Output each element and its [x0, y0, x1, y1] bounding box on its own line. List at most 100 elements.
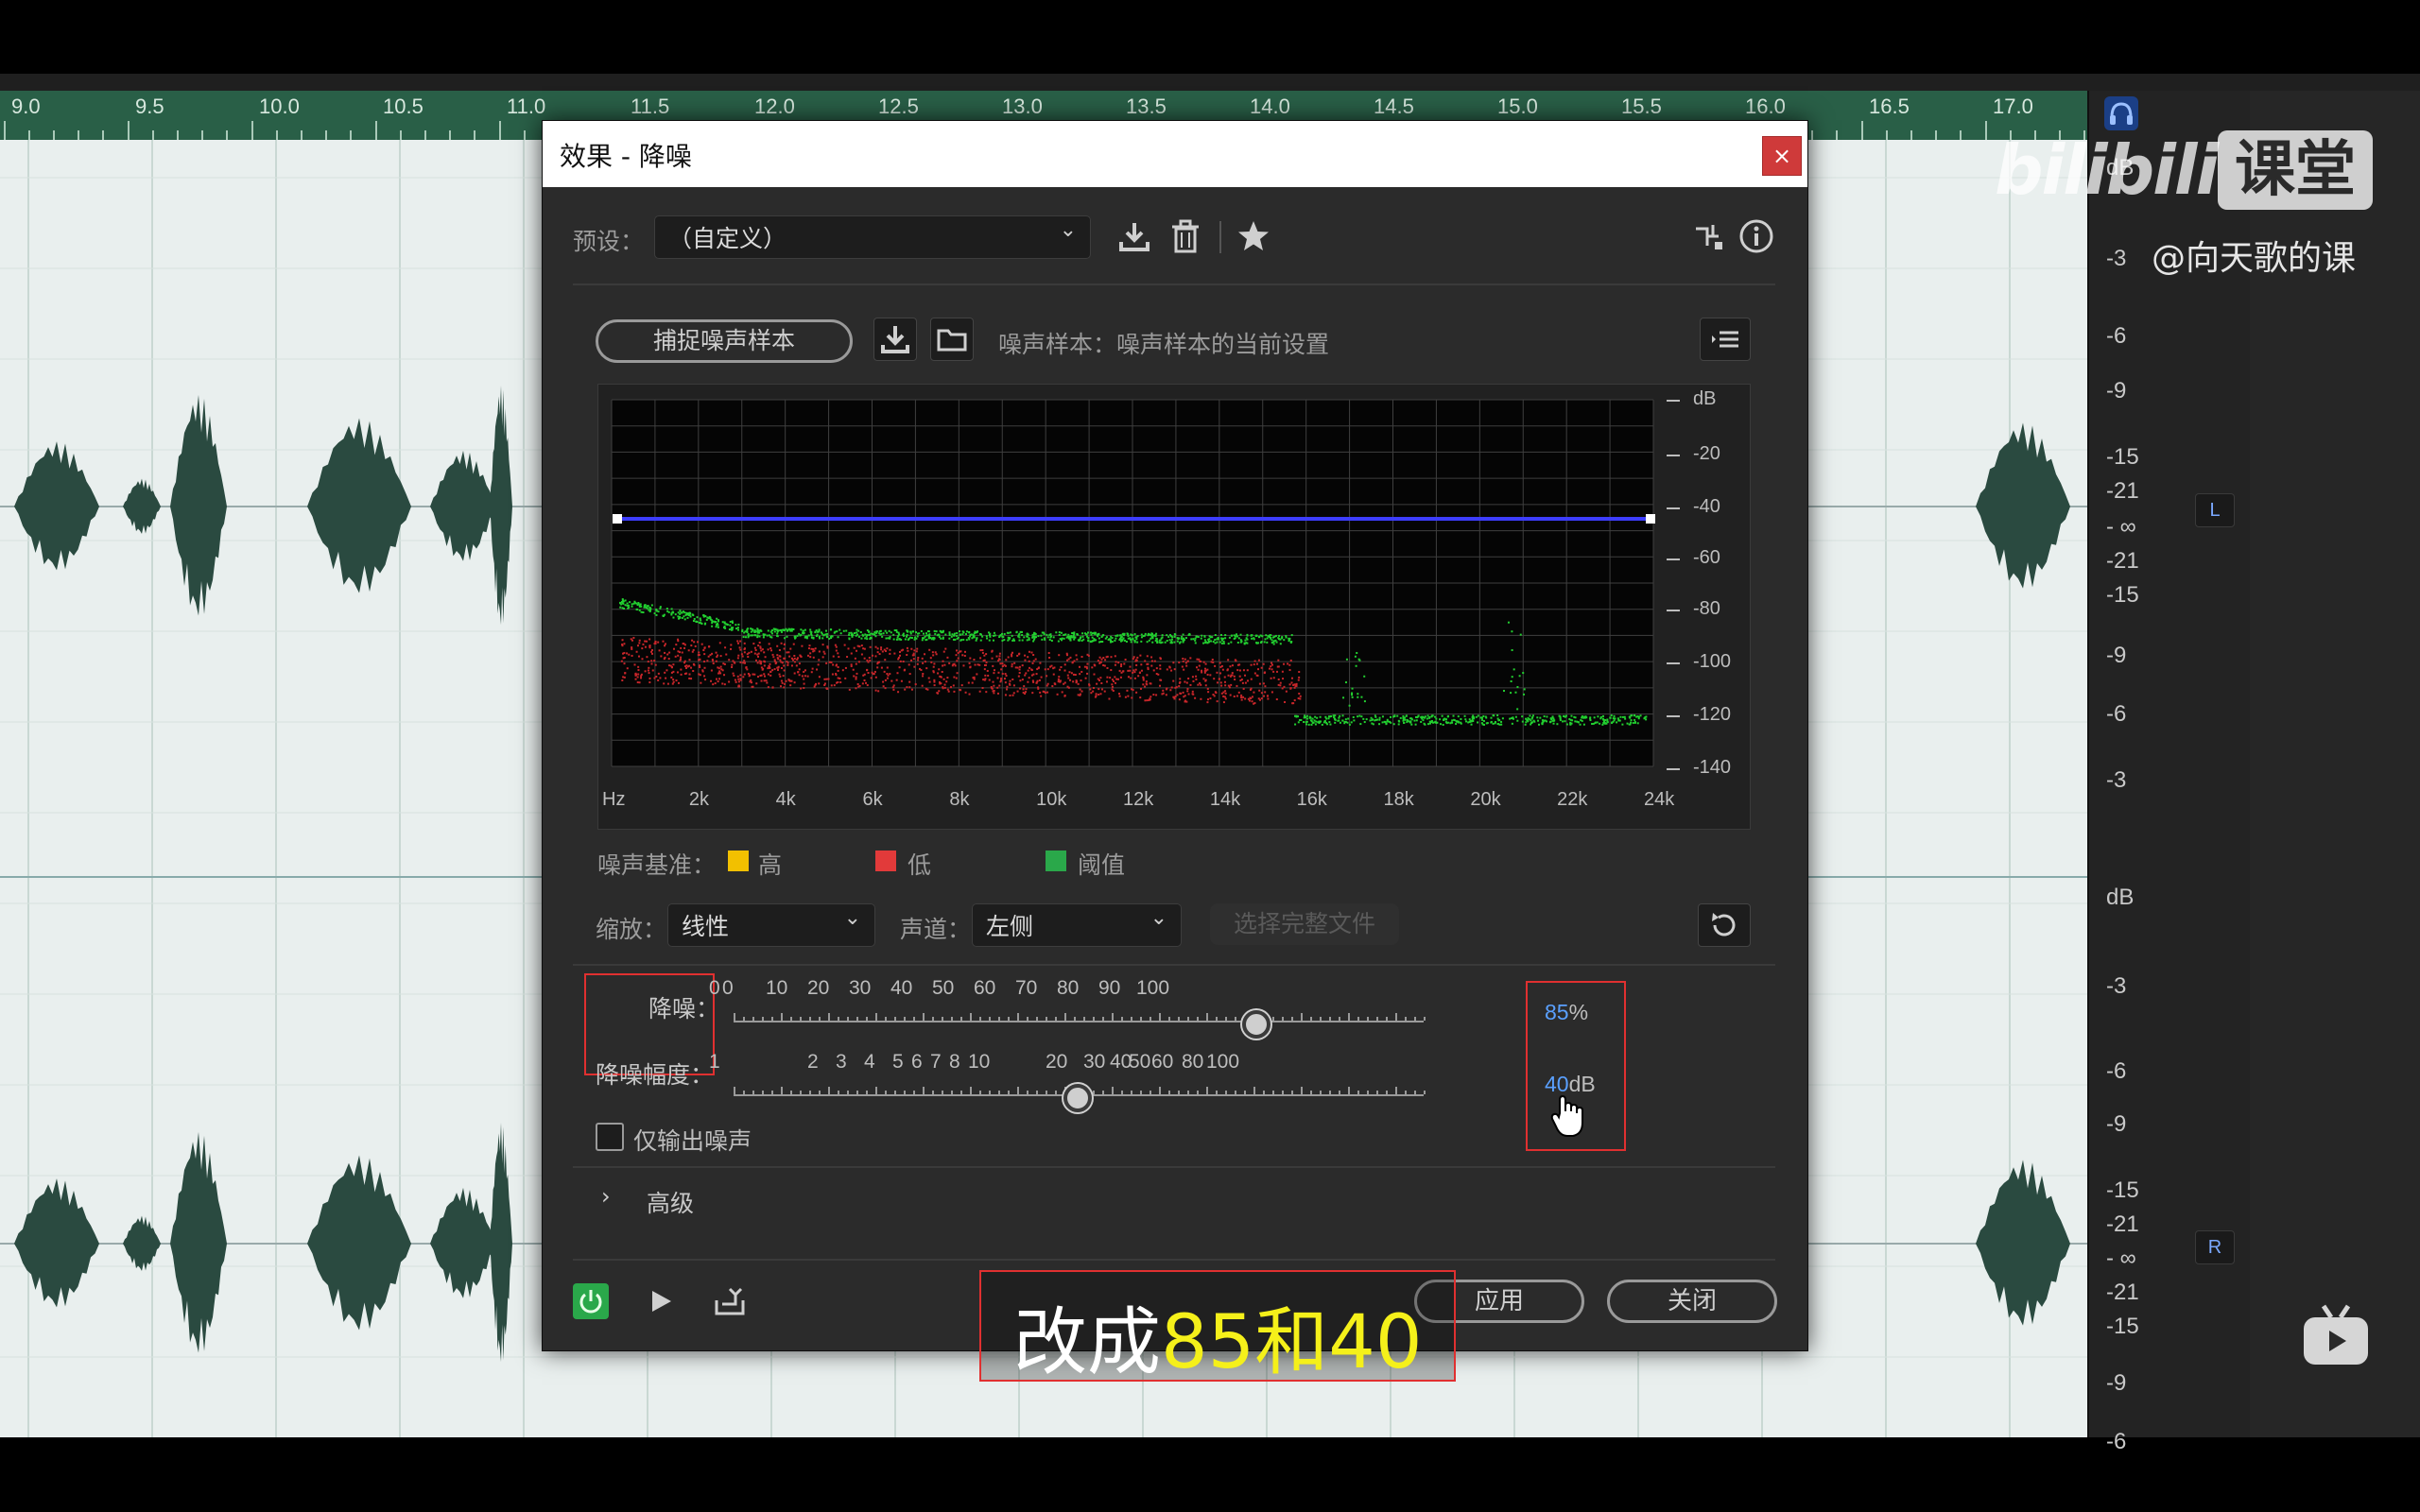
slider-tick [1367, 1091, 1369, 1094]
slider-tick [951, 1017, 953, 1021]
legend-low-swatch [875, 850, 896, 871]
noise-reduction-slider[interactable]: 0 0 10 20 30 40 50 60 70 80 90 100 [709, 977, 1480, 1039]
slider-tick [1046, 1017, 1047, 1021]
reset-icon[interactable] [1698, 903, 1751, 947]
channel-left-label[interactable]: L [2195, 493, 2235, 527]
slider-tick [866, 1091, 868, 1094]
output-noise-only-label: 仅输出噪声 [633, 1127, 752, 1155]
slider-tick [875, 1013, 877, 1021]
select-entire-file-button[interactable]: 选择完整文件 [1210, 903, 1399, 945]
slider-tick-label: 8 [949, 1051, 960, 1073]
meter-label: -21 [2106, 478, 2139, 504]
slider-tick [1168, 1091, 1170, 1094]
slider-thumb[interactable] [1241, 1010, 1270, 1039]
slider-tick [1244, 1091, 1246, 1094]
slider-tick-label: 0 [709, 977, 720, 999]
ruler-tick [251, 121, 253, 140]
slider-tick [913, 1017, 915, 1021]
slider-tick [1150, 1017, 1151, 1021]
graph-y-label: -20 [1693, 443, 1720, 464]
slider-tick [1320, 1091, 1322, 1094]
slider-tick [885, 1091, 887, 1094]
slider-tick [790, 1017, 792, 1021]
noise-profile-graph[interactable]: Hz 2k 4k 6k 8k 10k 12k 14k 16k 18k 20k 22k 24k dB -20 -… [597, 384, 1751, 830]
routing-icon[interactable] [1690, 217, 1728, 263]
capture-noise-sample-button[interactable]: 捕捉噪声样本 [596, 319, 853, 363]
ruler-tick [128, 121, 130, 140]
slider-tick [828, 1013, 830, 1021]
output-noise-only-checkbox[interactable] [596, 1123, 624, 1151]
play-icon[interactable] [645, 1285, 677, 1321]
trash-icon[interactable] [1167, 217, 1204, 263]
power-icon[interactable] [573, 1283, 609, 1319]
ruler-tick [1985, 121, 1987, 140]
slider-tick [1178, 1017, 1180, 1021]
scale-dropdown[interactable]: 线性 ⌄ [667, 903, 875, 947]
channel-right-label[interactable]: R [2195, 1230, 2235, 1264]
scale-label: 缩放： [596, 916, 667, 943]
slider-tick [998, 1091, 1000, 1094]
slider-tick [932, 1091, 934, 1094]
meter-label: -6 [2106, 701, 2127, 727]
meter-label: -3 [2106, 767, 2127, 793]
slider-tick [894, 1017, 896, 1021]
slider-tick [838, 1091, 839, 1094]
graph-y-label: -40 [1693, 496, 1720, 517]
slider-track[interactable] [734, 1021, 1424, 1022]
import-noise-icon[interactable] [873, 318, 917, 361]
slider-tick-label: 80 [1057, 977, 1080, 999]
meter-label: -21 [2106, 1280, 2139, 1305]
headphone-icon[interactable] [2104, 96, 2138, 130]
ruler-tick [177, 130, 179, 140]
legend-low-label: 低 [908, 851, 932, 879]
chevron-right-icon[interactable]: › [601, 1183, 611, 1210]
slider-thumb[interactable] [1063, 1084, 1092, 1112]
slider-tick [734, 1013, 735, 1021]
channel-dropdown[interactable]: 左侧 ⌄ [972, 903, 1182, 947]
toolbar-divider [1219, 221, 1221, 253]
noise-reduction-number[interactable]: 85 [1545, 1000, 1569, 1024]
dialog-titlebar[interactable]: 效果 - 降噪 × [543, 121, 1807, 187]
preset-dropdown[interactable]: （自定义） ⌄ [654, 215, 1091, 259]
noise-reduction-value[interactable]: 85% [1545, 1000, 1588, 1025]
advanced-section-toggle[interactable]: 高级 [647, 1185, 694, 1219]
slider-tick-label: 60 [974, 977, 996, 999]
slider-tick [1055, 1091, 1057, 1094]
close-button[interactable]: 关闭 [1607, 1280, 1777, 1323]
menu-icon[interactable] [1700, 318, 1751, 361]
ruler-tick [474, 130, 475, 140]
reduction-amount-slider[interactable]: 1 2 3 4 5 6 7 8 10 20 30 40 50 60 80 100 [709, 1051, 1480, 1112]
download-preset-icon[interactable] [1115, 217, 1153, 263]
slider-tick [1357, 1017, 1359, 1021]
ruler-tick [1861, 121, 1863, 140]
graph-y-label: -100 [1693, 651, 1732, 672]
slider-tick [875, 1087, 877, 1094]
ruler-tick [53, 130, 55, 140]
slider-tick [1197, 1017, 1199, 1021]
favorite-star-icon[interactable] [1235, 217, 1272, 263]
ruler-label: 15.5 [1621, 94, 1662, 118]
slider-tick [1329, 1017, 1331, 1021]
slider-tick [1168, 1017, 1170, 1021]
slider-tick [1036, 1017, 1038, 1021]
slider-tick [960, 1091, 962, 1094]
slider-tick [1367, 1017, 1369, 1021]
side-panel [2250, 91, 2420, 1437]
slider-tick [1339, 1017, 1340, 1021]
slider-tick [1320, 1017, 1322, 1021]
graph-y-tick [1667, 715, 1680, 717]
info-icon[interactable] [1737, 217, 1775, 263]
slider-tick [1235, 1091, 1236, 1094]
slider-tick [1055, 1017, 1057, 1021]
meter-label: -6 [2106, 1429, 2127, 1454]
meter-label: -9 [2106, 1111, 2127, 1137]
graph-y-tick [1667, 507, 1680, 509]
ruler-label: 15.0 [1497, 94, 1538, 118]
slider-tick [1357, 1091, 1359, 1094]
close-icon[interactable]: × [1762, 136, 1802, 176]
slider-tick [856, 1017, 858, 1021]
folder-icon[interactable] [930, 318, 974, 361]
ruler-label: 9.5 [135, 94, 164, 118]
ruler-tick [400, 130, 402, 140]
loop-export-icon[interactable] [711, 1283, 749, 1323]
